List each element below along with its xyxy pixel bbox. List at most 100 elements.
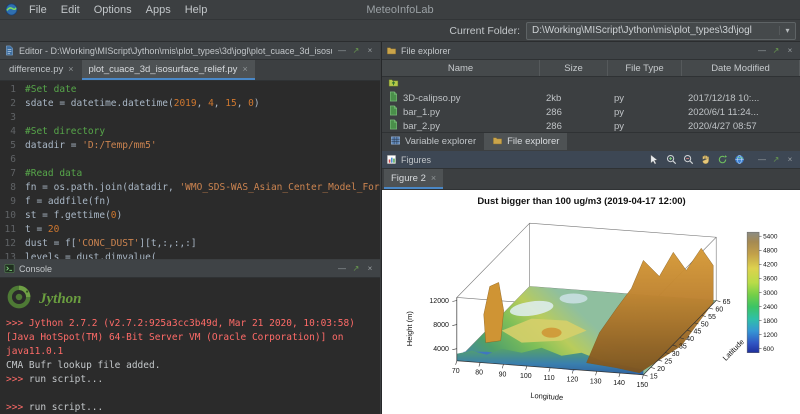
folder-up-icon: [388, 77, 399, 91]
close-icon[interactable]: ×: [364, 46, 376, 55]
minimize-icon[interactable]: —: [756, 155, 768, 164]
code-line[interactable]: 9f = addfile(fn): [0, 195, 380, 209]
tab-label: plot_cuace_3d_isosurface_relief.py: [89, 64, 238, 75]
table-row[interactable]: bar_1.py286py2020/6/1 11:24...: [382, 105, 800, 119]
float-icon[interactable]: ↗: [350, 46, 362, 55]
editor-tab-plot-cuace-3d-isosurface-relief-py[interactable]: plot_cuace_3d_isosurface_relief.py ×: [82, 60, 255, 80]
code-line[interactable]: 7#Read data: [0, 167, 380, 181]
svg-text:12000: 12000: [429, 298, 449, 305]
x-axis-label: Longitude: [530, 391, 563, 402]
line-number: 8: [0, 181, 16, 195]
minimize-icon[interactable]: —: [756, 46, 768, 55]
pan-hand-icon[interactable]: [699, 153, 712, 166]
file-date: 2020/6/1 11:24...: [682, 107, 800, 118]
code-line[interactable]: 3: [0, 111, 380, 125]
code-line[interactable]: 10st = f.gettime(0): [0, 209, 380, 223]
float-icon[interactable]: ↗: [770, 155, 782, 164]
zoom-in-icon[interactable]: [665, 153, 678, 166]
column-header-size[interactable]: Size: [540, 60, 608, 76]
float-icon[interactable]: ↗: [770, 46, 782, 55]
close-icon[interactable]: ×: [68, 64, 73, 74]
file-table-body: 3D-calipso.py2kbpy2017/12/18 10:...bar_1…: [382, 77, 800, 132]
menu-edit[interactable]: Edit: [54, 3, 87, 17]
current-folder-combobox[interactable]: D:\Working\MIScript\Jython\mis\plot_type…: [526, 22, 796, 40]
close-icon[interactable]: ×: [784, 155, 796, 164]
z-axis-label: Height (m): [405, 311, 414, 347]
tab-file-explorer[interactable]: File explorer: [484, 133, 567, 150]
code-line[interactable]: 13levels = dust.dimvalue(: [0, 251, 380, 259]
console-panel-header: Console — ↗ ×: [0, 260, 380, 278]
globe-icon[interactable]: [733, 153, 746, 166]
code-line[interactable]: 12dust = f['CONC_DUST'][t,:,:,:]: [0, 237, 380, 251]
column-header-date-modified[interactable]: Date Modified: [682, 60, 800, 76]
zoom-out-icon[interactable]: [682, 153, 695, 166]
close-icon[interactable]: ×: [364, 264, 376, 273]
file-explorer-panel: File explorer — ↗ × NameSizeFile TypeDat…: [382, 42, 800, 150]
column-header-name[interactable]: Name: [382, 60, 540, 76]
z-axis-ticks: 4000800012000: [429, 298, 456, 353]
code-editor[interactable]: 1#Set date2sdate = datetime.datetime(201…: [0, 81, 380, 259]
svg-text:4200: 4200: [763, 262, 778, 269]
file-type: py: [608, 107, 682, 118]
menu-bar: FileEditOptionsAppsHelp MeteoInfoLab: [0, 0, 800, 20]
console-line: CMA Bufr lookup file added.: [6, 359, 374, 373]
figures-icon: [386, 154, 397, 165]
svg-text:65: 65: [723, 299, 731, 306]
close-icon[interactable]: ×: [242, 64, 247, 74]
figure-title: Dust bigger than 100 ug/m3 (2019-04-17 1…: [477, 196, 685, 207]
code-line[interactable]: 11t = 20: [0, 223, 380, 237]
line-number: 4: [0, 125, 16, 139]
folder-icon: [492, 135, 503, 149]
table-row[interactable]: 3D-calipso.py2kbpy2017/12/18 10:...: [382, 91, 800, 105]
toolbar: Current Folder: D:\Working\MIScript\Jyth…: [0, 20, 800, 42]
code-line[interactable]: 5datadir = 'D:/Temp/mm5': [0, 139, 380, 153]
menu-options[interactable]: Options: [87, 3, 139, 17]
svg-text:140: 140: [613, 380, 625, 387]
editor-panel-header: Editor - D:\Working\MIScript\Jython\mis\…: [0, 42, 380, 60]
column-header-file-type[interactable]: File Type: [608, 60, 682, 76]
colorbar-ticks: 60012001800240030003600420048005400: [759, 233, 778, 353]
console[interactable]: Jython >>> Jython 2.7.2 (v2.7.2:925a3cc3…: [0, 278, 380, 414]
menu-apps[interactable]: Apps: [139, 3, 178, 17]
svg-text:3000: 3000: [763, 290, 778, 297]
float-icon[interactable]: ↗: [350, 264, 362, 273]
editor-icon: [4, 45, 15, 56]
select-arrow-icon[interactable]: [648, 153, 661, 166]
current-folder-value: D:\Working\MIScript\Jython\mis\plot_type…: [527, 25, 779, 36]
editor-panel: Editor - D:\Working\MIScript\Jython\mis\…: [0, 42, 380, 259]
rotate-icon[interactable]: [716, 153, 729, 166]
menu-help[interactable]: Help: [178, 3, 215, 17]
table-row[interactable]: bar_2.py286py2020/4/27 08:57: [382, 119, 800, 132]
minimize-icon[interactable]: —: [336, 264, 348, 273]
figure-canvas[interactable]: Dust bigger than 100 ug/m3 (2019-04-17 1…: [382, 190, 800, 414]
code-line[interactable]: 2sdate = datetime.datetime(2019, 4, 15, …: [0, 97, 380, 111]
code-line[interactable]: 4#Set directory: [0, 125, 380, 139]
file-name: bar_2.py: [403, 121, 440, 132]
chevron-down-icon[interactable]: ▾: [779, 26, 795, 35]
close-icon[interactable]: ×: [431, 173, 436, 183]
file-type: py: [608, 121, 682, 132]
file-name: 3D-calipso.py: [403, 93, 461, 104]
close-icon[interactable]: ×: [784, 46, 796, 55]
table-row[interactable]: [382, 77, 800, 91]
minimize-icon[interactable]: —: [336, 46, 348, 55]
figure-toolbar: [648, 153, 746, 166]
menu-items: FileEditOptionsAppsHelp: [22, 3, 214, 17]
console-panel: Console — ↗ × Jython >>> Jython 2.7.2 (v…: [0, 260, 380, 414]
svg-text:100: 100: [520, 373, 532, 380]
figure-tab[interactable]: Figure 2 ×: [384, 169, 443, 189]
code-line[interactable]: 8fn = os.path.join(datadir, 'WMO_SDS-WAS…: [0, 181, 380, 195]
file-explorer-panel-header: File explorer — ↗ ×: [382, 42, 800, 60]
code-line[interactable]: 6: [0, 153, 380, 167]
menu-file[interactable]: File: [22, 3, 54, 17]
svg-text:1200: 1200: [763, 332, 778, 339]
svg-text:40: 40: [686, 336, 694, 343]
code-line[interactable]: 1#Set date: [0, 83, 380, 97]
svg-text:60: 60: [715, 306, 723, 313]
svg-text:3600: 3600: [763, 276, 778, 283]
editor-tab-difference-py[interactable]: difference.py×: [2, 60, 81, 80]
main-area: Editor - D:\Working\MIScript\Jython\mis\…: [0, 42, 800, 414]
tab-variable-explorer[interactable]: Variable explorer: [382, 133, 484, 150]
panel-controls: — ↗ ×: [336, 264, 376, 273]
svg-text:20: 20: [657, 366, 665, 373]
